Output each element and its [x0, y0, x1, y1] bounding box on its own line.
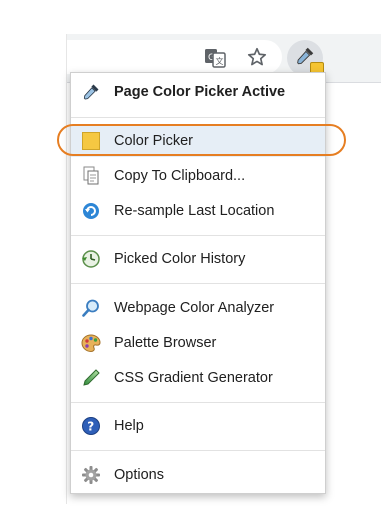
menu-item-label: Re-sample Last Location: [114, 203, 275, 219]
menu-item-label: Options: [114, 467, 164, 483]
menu-item-webpage-color-analyzer[interactable]: Webpage Color Analyzer: [71, 292, 325, 324]
clipboard-copy-icon: [81, 166, 101, 186]
history-clock-icon: [81, 249, 101, 269]
menu-item-picked-color-history[interactable]: Picked Color History: [71, 243, 325, 275]
translate-icon[interactable]: G 文: [203, 47, 227, 69]
help-icon: ?: [81, 416, 101, 436]
refresh-icon: [81, 201, 101, 221]
menu-separator: [71, 117, 325, 118]
menu-item-label: CSS Gradient Generator: [114, 370, 273, 386]
eyedropper-icon: [81, 82, 101, 102]
magnifier-icon: [81, 298, 101, 318]
menu-item-options[interactable]: Options: [71, 459, 325, 491]
menu-item-label: Webpage Color Analyzer: [114, 300, 275, 316]
menu-item-copy-to-clipboard[interactable]: Copy To Clipboard...: [71, 160, 325, 192]
menu-separator: [71, 283, 325, 284]
menu-header-page-color-picker-active[interactable]: Page Color Picker Active: [71, 76, 325, 108]
menu-item-css-gradient-generator[interactable]: CSS Gradient Generator: [71, 362, 325, 394]
menu-header-label: Page Color Picker Active: [114, 84, 286, 100]
menu-item-label: Color Picker: [114, 133, 193, 149]
star-icon[interactable]: [244, 44, 270, 70]
menu-separator: [71, 450, 325, 451]
menu-item-label: Picked Color History: [114, 251, 246, 267]
gradient-pen-icon: [81, 368, 101, 388]
menu-separator: [71, 235, 325, 236]
menu-item-label: Help: [114, 418, 144, 434]
palette-icon: [81, 333, 101, 353]
extension-popup-menu: Page Color Picker Active Color Picker Co…: [70, 72, 326, 494]
menu-item-palette-browser[interactable]: Palette Browser: [71, 327, 325, 359]
menu-item-label: Palette Browser: [114, 335, 217, 351]
menu-separator: [71, 402, 325, 403]
color-swatch-icon: [81, 131, 101, 151]
menu-item-color-picker[interactable]: Color Picker: [71, 125, 325, 157]
page-edge-left: [66, 34, 67, 504]
menu-item-resample-last-location[interactable]: Re-sample Last Location: [71, 195, 325, 227]
gear-icon: [81, 465, 101, 485]
svg-text:?: ?: [87, 420, 94, 434]
menu-item-help[interactable]: ? Help: [71, 410, 325, 442]
menu-item-label: Copy To Clipboard...: [114, 168, 246, 184]
svg-text:文: 文: [216, 56, 224, 66]
